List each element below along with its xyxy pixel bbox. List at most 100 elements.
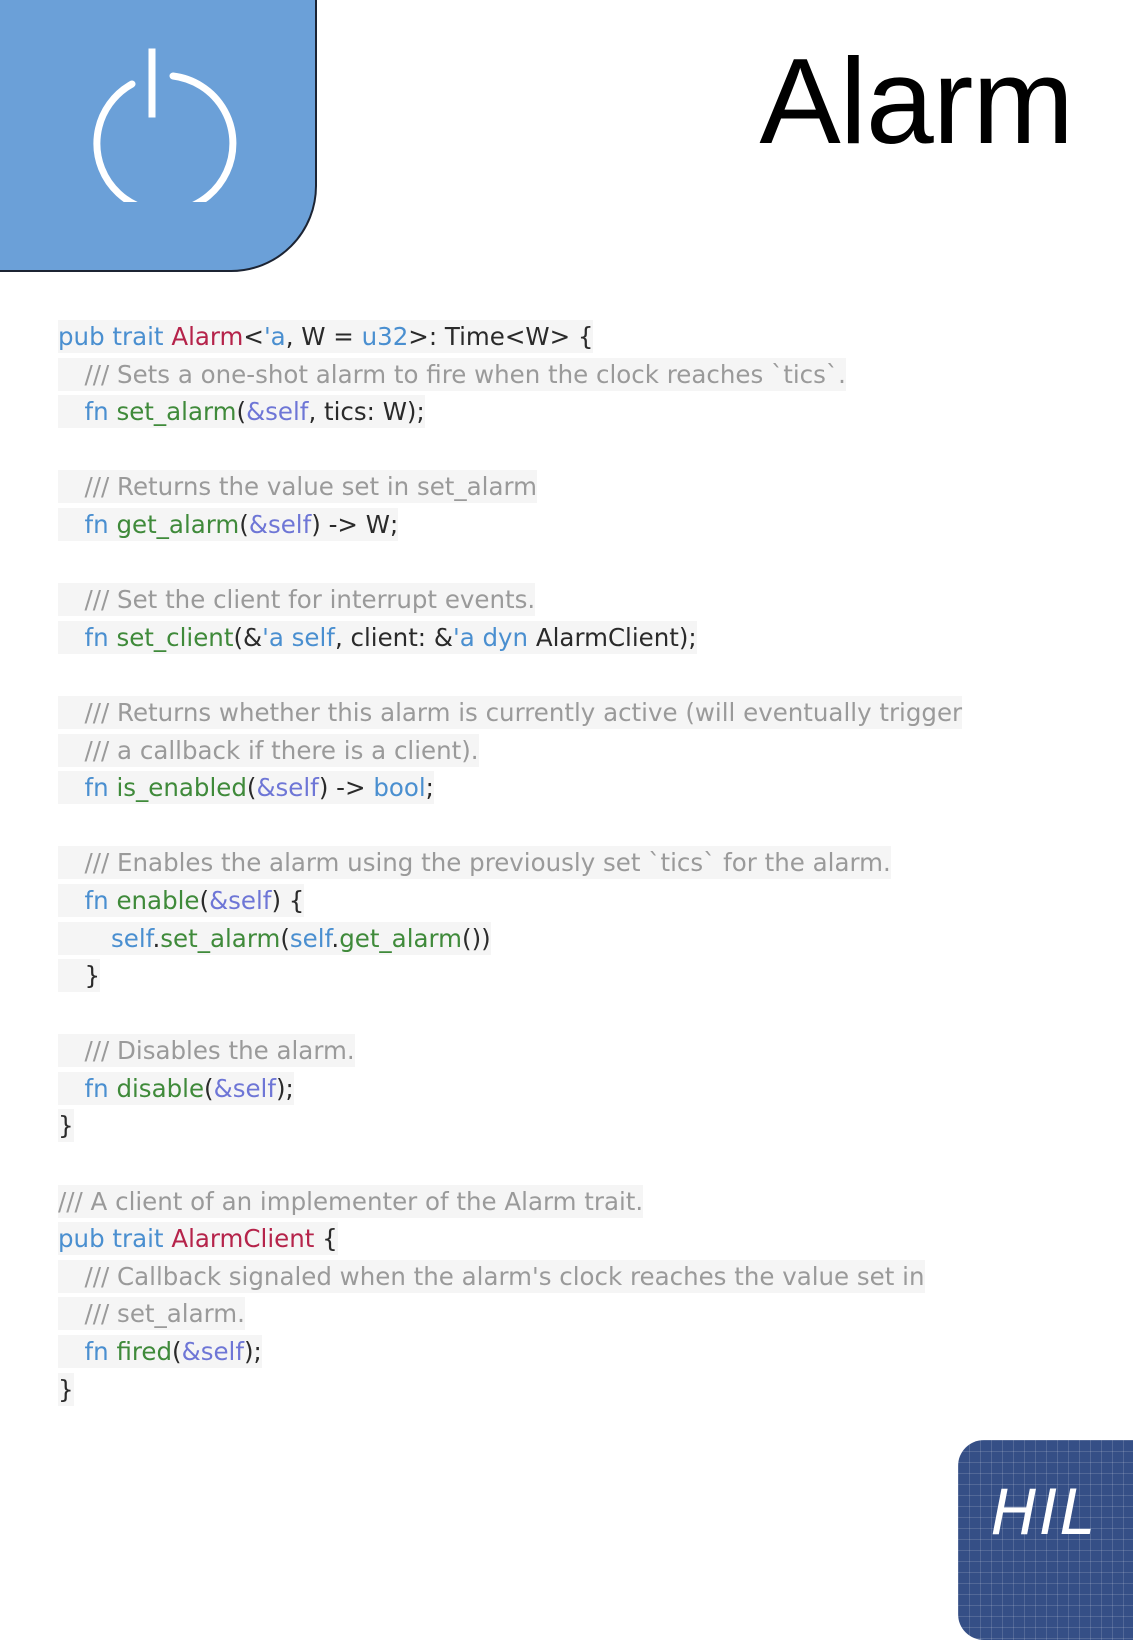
code-token: /// Callback signaled when the alarm's c… (84, 1261, 925, 1291)
code-line-content: /// Returns the value set in set_alarm (58, 470, 538, 504)
code-token: 'a (263, 322, 286, 351)
code-token: set_alarm (160, 923, 281, 953)
code-line: /// Sets a one-shot alarm to fire when t… (58, 356, 962, 394)
code-line: /// a callback if there is a client). (58, 732, 962, 770)
code-line-content: pub trait Alarm<'a, W = u32>: Time<W> { (58, 320, 594, 353)
code-token: /// Set the client for interrupt events. (84, 585, 536, 615)
power-icon (93, 48, 237, 202)
code-token: &self (213, 1073, 276, 1103)
code-line-content: fn enable(&self) { (58, 883, 305, 917)
code-token: ( (199, 885, 210, 915)
code-token: , tics: W); (308, 397, 425, 427)
code-token: ( (246, 773, 257, 803)
code-line: fn fired(&self); (58, 1333, 962, 1371)
code-token: fn (84, 773, 117, 803)
code-line: } (58, 1371, 962, 1409)
code-line-content: /// Returns whether this alarm is curren… (58, 695, 963, 729)
code-line-content: /// Enables the alarm using the previous… (58, 846, 891, 880)
code-line-content: } (58, 1109, 74, 1143)
code-token: &self (181, 1337, 244, 1367)
code-token: ()) (462, 923, 491, 953)
code-line-content: fn disable(&self); (58, 1071, 294, 1105)
code-line-content: } (58, 1372, 74, 1406)
code-token: /// Returns the value set in set_alarm (84, 472, 538, 502)
code-token: disable (116, 1073, 205, 1103)
code-line: fn get_alarm(&self) -> W; (58, 506, 962, 544)
code-token: } (58, 1374, 74, 1404)
code-token: ( (236, 397, 247, 427)
code-token: ) -> (318, 773, 374, 803)
code-token: ); (243, 1337, 262, 1367)
code-token: fn (84, 1073, 117, 1103)
code-token: &self (246, 397, 309, 427)
code-token: ( (172, 1337, 182, 1367)
code-token: bool (373, 773, 426, 803)
code-line-content: /// A client of an implementer of the Al… (58, 1184, 644, 1218)
code-token: ); (275, 1073, 294, 1103)
code-line-content: pub trait AlarmClient { (58, 1222, 338, 1256)
code-token: self (289, 923, 332, 953)
code-token: fn (84, 885, 117, 915)
code-line-content: fn is_enabled(&self) -> bool; (58, 771, 434, 805)
code-token: /// a callback if there is a client). (84, 735, 479, 765)
code-line: self.set_alarm(self.get_alarm()) (58, 920, 962, 958)
code-token: /// set_alarm. (84, 1299, 245, 1329)
code-token: pub trait (58, 322, 172, 351)
code-line-content: /// Callback signaled when the alarm's c… (58, 1259, 925, 1293)
code-token: fn (84, 1337, 117, 1367)
code-token: { (314, 1224, 338, 1254)
code-token: /// Enables the alarm using the previous… (84, 848, 891, 878)
code-line: fn enable(&self) { (58, 882, 962, 920)
code-line-content: /// a callback if there is a client). (58, 733, 479, 767)
code-token: ( (204, 1073, 214, 1103)
code-block: pub trait Alarm<'a, W = u32>: Time<W> { /… (58, 318, 963, 1409)
code-line: /// Set the client for interrupt events. (58, 581, 962, 619)
code-token: set_alarm (116, 397, 237, 427)
code-token: enable (116, 885, 200, 915)
code-token: /// A client of an implementer of the Al… (58, 1186, 644, 1216)
code-token: , W = (285, 322, 362, 351)
code-line-content: fn fired(&self); (58, 1335, 262, 1369)
code-line-content: } (58, 959, 101, 993)
code-token: /// Sets a one-shot alarm to fire when t… (84, 359, 846, 389)
code-token: 'a dyn (452, 622, 536, 652)
hil-badge-label: HIL (991, 1476, 1097, 1549)
code-line: /// set_alarm. (58, 1295, 962, 1333)
code-token: self (111, 923, 153, 953)
code-line: /// Callback signaled when the alarm's c… (58, 1258, 962, 1296)
code-token: &self (209, 885, 272, 915)
code-line-content: fn set_client(&'a self, client: &'a dyn … (58, 620, 697, 654)
code-token: get_alarm (339, 923, 463, 953)
code-token: get_alarm (116, 509, 240, 539)
code-line: /// Returns whether this alarm is curren… (58, 694, 963, 732)
code-token: /// Returns whether this alarm is curren… (84, 697, 963, 727)
code-token: ) { (271, 885, 305, 915)
code-line: fn set_alarm(&self, tics: W); (58, 393, 962, 431)
code-line: /// Disables the alarm. (58, 1032, 962, 1070)
code-token: (& (233, 622, 263, 652)
code-token: , client: & (334, 622, 453, 652)
code-line: fn disable(&self); (58, 1070, 962, 1108)
code-token: &self (248, 509, 312, 539)
code-token: } (84, 961, 101, 991)
code-line-content: /// Sets a one-shot alarm to fire when t… (58, 357, 846, 391)
code-line-content: fn get_alarm(&self) -> W; (58, 507, 399, 541)
code-line: pub trait Alarm<'a, W = u32>: Time<W> { (58, 318, 962, 356)
code-token: fn (84, 397, 117, 427)
header-icon-tab (0, 0, 317, 272)
code-token: pub trait (58, 1224, 172, 1254)
code-token: 'a self (262, 622, 335, 652)
code-token: AlarmClient (171, 1224, 315, 1254)
code-line: fn is_enabled(&self) -> bool; (58, 769, 962, 807)
code-token: fn (84, 622, 117, 652)
code-line: /// Returns the value set in set_alarm (58, 468, 962, 506)
code-line-content: /// Set the client for interrupt events. (58, 583, 536, 617)
code-token: AlarmClient); (535, 622, 697, 652)
code-line-content: /// Disables the alarm. (58, 1034, 355, 1068)
